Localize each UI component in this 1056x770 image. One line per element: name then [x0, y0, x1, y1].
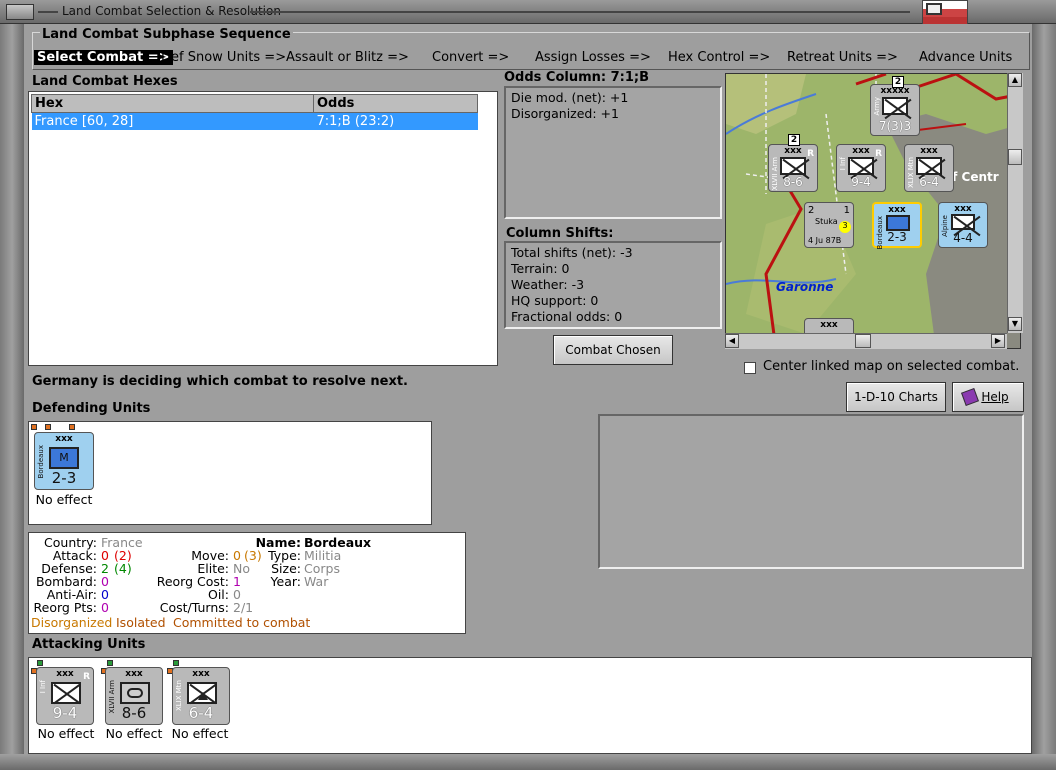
help-button[interactable]: Help	[952, 382, 1024, 412]
linked-map[interactable]: Garonne if Centr xxxxx 7(3)3 Army 2 xxx 8-6…	[725, 73, 1021, 349]
germany-flag-icon	[922, 0, 968, 25]
costturns-label: Cost/Turns:	[159, 600, 229, 615]
scroll-left-icon[interactable]: ◀	[725, 334, 739, 348]
status-message: Germany is deciding which combat to reso…	[32, 374, 408, 389]
content-area: Land Combat Subphase Sequence Select Com…	[24, 24, 1032, 754]
shifts-title: Column Shifts:	[506, 226, 614, 241]
map-counter-alpine[interactable]: xxx 4-4 Alpine	[938, 202, 988, 248]
hexes-list[interactable]: Hex Odds France [60, 28] 7:1;B (23:2)	[28, 91, 498, 366]
scroll-down-icon[interactable]: ▼	[1008, 317, 1022, 331]
table-row[interactable]: France [60, 28] 7:1;B (23:2)	[31, 112, 478, 130]
attacking-unit-effect: No effect	[105, 726, 163, 741]
title-bar[interactable]: Land Combat Selection & Resolution	[0, 0, 1056, 25]
bottom-frame	[0, 754, 1056, 770]
defense-value-full: (4)	[114, 561, 132, 576]
row-hex[interactable]: France [60, 28]	[31, 112, 314, 130]
subphase-title: Land Combat Subphase Sequence	[40, 27, 293, 42]
defending-title: Defending Units	[32, 401, 151, 416]
unit-marker	[69, 424, 75, 430]
book-icon	[961, 388, 979, 406]
step-hex-control[interactable]: Hex Control =>	[668, 50, 770, 65]
step-advance[interactable]: Advance Units	[919, 50, 1012, 65]
step-assign-losses[interactable]: Assign Losses =>	[535, 50, 651, 65]
shift-weather: Weather: -3	[511, 277, 585, 292]
map-counter-xlvii[interactable]: xxx 8-6 XLVII Arm R	[768, 144, 818, 192]
combat-result-panel	[598, 414, 1024, 569]
right-frame	[1032, 24, 1056, 770]
map-counter-bordeaux[interactable]: xxx 2-3 Bordeaux	[872, 202, 922, 249]
step-assault[interactable]: Assault or Blitz =>	[286, 50, 409, 65]
status-committed: Committed to combat	[173, 615, 311, 630]
map-counter-army[interactable]: xxxxx 7(3)3 Army	[870, 84, 920, 136]
map-label-region: if Centr	[948, 170, 999, 184]
hexes-title: Land Combat Hexes	[32, 74, 178, 89]
step-select-combat[interactable]: Select Combat =>	[34, 50, 173, 65]
attacking-title: Attacking Units	[32, 637, 146, 652]
odds-disorganized: Disorganized: +1	[511, 106, 619, 121]
unit-info-panel: Country: France Attack: 0 (2) Defense: 2…	[28, 532, 466, 634]
shift-fractional: Fractional odds: 0	[511, 309, 623, 324]
charts-button[interactable]: 1-D-10 Charts	[846, 382, 946, 412]
year-value: War	[304, 574, 329, 589]
status-isolated: Isolated	[116, 615, 166, 630]
map-air-unit-stuka[interactable]: 2 1 Stuka 4 Ju 87B 3	[804, 202, 854, 248]
unit-marker	[31, 424, 37, 430]
armor-icon	[127, 688, 143, 698]
hexes-table: Hex Odds France [60, 28] 7:1;B (23:2)	[31, 94, 478, 130]
col-odds[interactable]: Odds	[313, 94, 478, 113]
map-counter-xlix[interactable]: xxx 6-4 XLIX Mtn	[904, 144, 954, 192]
year-label: Year:	[270, 574, 301, 589]
scroll-thumb-v[interactable]	[1008, 149, 1022, 165]
center-map-checkbox[interactable]	[744, 362, 756, 374]
scroll-right-icon[interactable]: ▶	[991, 334, 1005, 348]
attacking-unit-i-inf[interactable]: xxx 9-4 I Inf R	[36, 667, 94, 725]
unit-marker	[45, 424, 51, 430]
attacking-list[interactable]: xxx 9-4 I Inf R No effect xxx 8-6 XLVII Arm …	[28, 657, 1032, 754]
map-counter-i-inf[interactable]: xxx 9-4 I Inf R	[836, 144, 886, 192]
mountain-icon	[198, 692, 208, 700]
combat-chosen-button[interactable]: Combat Chosen	[553, 335, 673, 365]
reorg-value: 0	[101, 600, 109, 615]
title-line	[250, 11, 910, 13]
status-disorganized: Disorganized	[31, 615, 113, 630]
attacking-unit-xlvii-arm[interactable]: xxx 8-6 XLVII Arm	[105, 667, 163, 725]
step-def-snow[interactable]: Def Snow Units =>	[161, 50, 286, 65]
window-menu-icon[interactable]	[6, 4, 34, 20]
attacking-unit-effect: No effect	[37, 726, 95, 741]
col-hex[interactable]: Hex	[31, 94, 314, 113]
title-line	[38, 11, 58, 13]
shift-hq: HQ support: 0	[511, 293, 599, 308]
defending-unit-bordeaux[interactable]: xxx M 2-3 Bordeaux	[34, 432, 94, 490]
map-vertical-scrollbar[interactable]: ▲ ▼	[1007, 73, 1023, 333]
row-odds[interactable]: 7:1;B (23:2)	[313, 112, 478, 130]
help-label: Help	[981, 390, 1009, 404]
window: Land Combat Selection & Resolution Land …	[0, 0, 1056, 770]
reorg-label: Reorg Pts:	[33, 600, 97, 615]
map-stack-badge: 2	[788, 134, 800, 146]
defending-unit-effect: No effect	[35, 492, 93, 507]
scroll-thumb-h[interactable]	[855, 334, 871, 348]
step-convert[interactable]: Convert =>	[432, 50, 509, 65]
defending-list[interactable]: xxx M 2-3 Bordeaux No effect	[28, 421, 432, 525]
costturns-value: 2/1	[233, 600, 254, 615]
window-title: Land Combat Selection & Resolution	[62, 4, 281, 18]
unit-marker	[37, 660, 43, 666]
unit-marker	[107, 660, 113, 666]
odds-die-mod: Die mod. (net): +1	[511, 90, 629, 105]
odds-panel: Die mod. (net): +1 Disorganized: +1	[504, 86, 722, 219]
map-horizontal-scrollbar[interactable]: ◀ ▶	[725, 333, 1007, 349]
map-label-garonne: Garonne	[776, 280, 834, 294]
left-frame	[0, 24, 24, 770]
shift-terrain: Terrain: 0	[511, 261, 570, 276]
step-retreat[interactable]: Retreat Units =>	[787, 50, 898, 65]
odds-title: Odds Column: 7:1;B	[504, 70, 650, 85]
shift-total: Total shifts (net): -3	[511, 245, 633, 260]
unit-marker	[173, 660, 179, 666]
map-stack-badge: 2	[892, 76, 904, 88]
center-map-label: Center linked map on selected combat.	[763, 359, 1020, 374]
attacking-unit-xlix-mtn[interactable]: xxx 6-4 XLIX Mtn	[172, 667, 230, 725]
scroll-up-icon[interactable]: ▲	[1008, 73, 1022, 87]
attacking-unit-effect: No effect	[171, 726, 229, 741]
shifts-panel: Total shifts (net): -3 Terrain: 0 Weathe…	[504, 241, 722, 329]
